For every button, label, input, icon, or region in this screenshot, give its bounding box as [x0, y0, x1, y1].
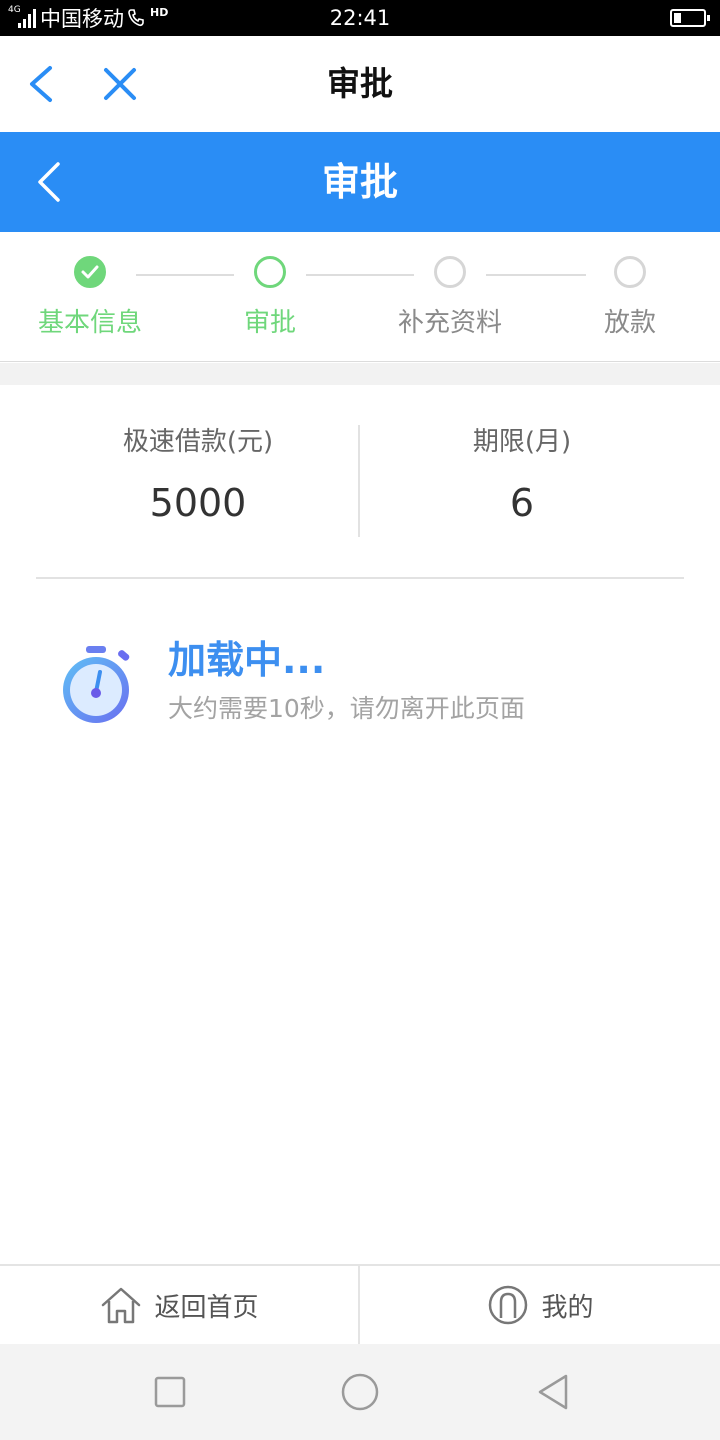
- page-header: 审批: [0, 132, 720, 232]
- status-time: 22:41: [329, 6, 391, 30]
- divider: [36, 577, 684, 579]
- tab-divider: [358, 1266, 360, 1344]
- step-label: 补充资料: [397, 308, 502, 338]
- loading-subtitle: 大约需要10秒，请勿离开此页面: [168, 694, 525, 723]
- step-approval: 审批: [180, 256, 360, 340]
- section-gap: [0, 363, 720, 385]
- home-icon: [102, 1287, 141, 1324]
- step-circle: [614, 256, 646, 288]
- mine-tab-label: 我的: [541, 1292, 594, 1323]
- amount-value: 5000: [149, 481, 247, 525]
- check-icon: [74, 256, 106, 288]
- circle-icon[interactable]: [340, 1372, 380, 1412]
- triangle-back-icon[interactable]: [534, 1372, 574, 1412]
- amount-block: 极速借款(元) 5000: [38, 425, 358, 525]
- loan-info: 极速借款(元) 5000 期限(月) 6: [0, 385, 720, 580]
- step-disbursement: 放款: [540, 256, 720, 340]
- step-supplement: 补充资料: [360, 256, 540, 340]
- battery-icon: [670, 9, 710, 27]
- nav-title: 审批: [327, 64, 393, 103]
- system-nav-bar: [0, 1344, 720, 1440]
- step-label: 放款: [603, 308, 656, 338]
- term-value: 6: [509, 481, 535, 525]
- step-label: 基本信息: [37, 308, 142, 338]
- step-circle: [254, 256, 286, 288]
- stopwatch-icon: [63, 646, 130, 723]
- status-bar: 4G 中国移动 HD 22:41: [0, 0, 720, 36]
- bottom-tabbar: 返回首页 我的: [0, 1264, 720, 1344]
- info-divider: [358, 425, 360, 537]
- home-tab[interactable]: 返回首页: [0, 1266, 359, 1344]
- step-label: 审批: [243, 308, 296, 338]
- page-title: 审批: [321, 160, 398, 204]
- progress-steps: 基本信息 审批 补充资料 放款: [0, 232, 720, 362]
- battery-level: [674, 13, 681, 23]
- square-icon[interactable]: [150, 1372, 190, 1412]
- nav-bar: 审批: [0, 36, 720, 132]
- amount-label: 极速借款(元): [122, 427, 274, 457]
- step-circle: [434, 256, 466, 288]
- loading-title: 加载中...: [168, 638, 326, 682]
- term-label: 期限(月): [472, 427, 572, 457]
- mine-tab[interactable]: 我的: [361, 1266, 720, 1344]
- step-basic-info: 基本信息: [0, 256, 180, 340]
- user-icon: [489, 1285, 528, 1325]
- loading-panel: 加载中... 大约需要10秒，请勿离开此页面: [0, 630, 720, 740]
- term-block: 期限(月) 6: [362, 425, 682, 525]
- home-tab-label: 返回首页: [154, 1292, 259, 1323]
